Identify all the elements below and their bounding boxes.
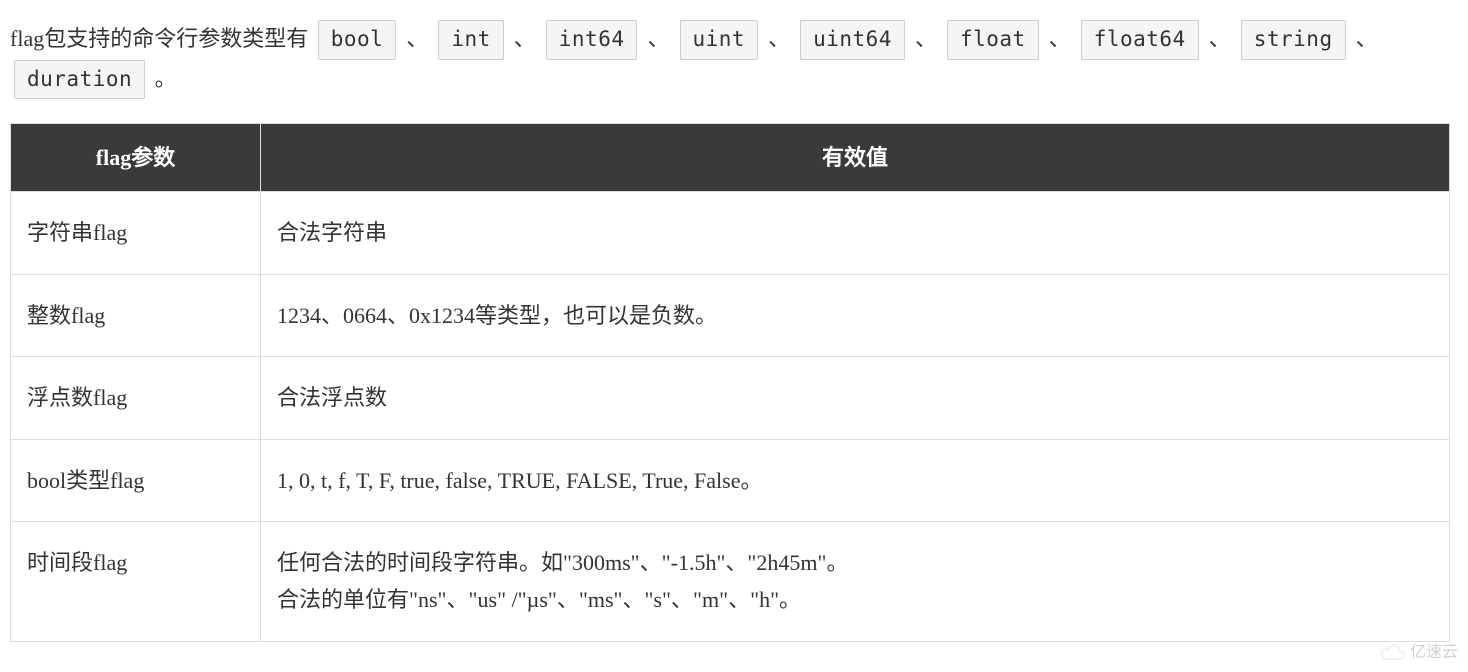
type-separator: 、 [1049,26,1071,51]
table-header-param: flag参数 [11,124,261,192]
type-code-int64: int64 [546,20,638,60]
table-header-value: 有效值 [261,124,1450,192]
cell-param: 浮点数flag [11,357,261,439]
flag-table: flag参数 有效值 字符串flag合法字符串整数flag1234、0664、0… [10,123,1450,642]
type-separator: 、 [1356,26,1378,51]
type-code-float64: float64 [1081,20,1199,60]
type-separator: 、 [768,26,790,51]
table-row: 时间段flag任何合法的时间段字符串。如"300ms"、"-1.5h"、"2h4… [11,521,1450,641]
cloud-icon [1380,644,1406,662]
type-code-float: float [947,20,1039,60]
intro-paragraph: flag包支持的命令行参数类型有 bool 、 int 、 int64 、 uint 、 uin… [10,20,1458,99]
intro-suffix: 。 [155,66,177,91]
type-separator: 、 [915,26,937,51]
cell-param: 字符串flag [11,192,261,274]
type-code-bool: bool [318,20,397,60]
type-separator: 、 [514,26,536,51]
type-code-uint: uint [680,20,759,60]
table-row: 整数flag1234、0664、0x1234等类型，也可以是负数。 [11,274,1450,356]
cell-value: 1234、0664、0x1234等类型，也可以是负数。 [261,274,1450,356]
cell-param: bool类型flag [11,439,261,521]
cell-param: 整数flag [11,274,261,356]
type-code-duration: duration [14,60,145,100]
watermark: 亿速云 [1380,640,1458,666]
type-code-int: int [438,20,503,60]
cell-param: 时间段flag [11,521,261,641]
cell-value: 合法浮点数 [261,357,1450,439]
type-code-string: string [1241,20,1346,60]
type-code-uint64: uint64 [800,20,905,60]
watermark-text: 亿速云 [1410,640,1458,666]
type-separator: 、 [406,26,428,51]
table-row: 浮点数flag合法浮点数 [11,357,1450,439]
type-separator: 、 [647,26,669,51]
cell-value: 任何合法的时间段字符串。如"300ms"、"-1.5h"、"2h45m"。合法的… [261,521,1450,641]
type-separator: 、 [1209,26,1231,51]
table-row: 字符串flag合法字符串 [11,192,1450,274]
cell-value: 合法字符串 [261,192,1450,274]
intro-prefix: flag包支持的命令行参数类型有 [10,26,308,51]
table-row: bool类型flag1, 0, t, f, T, F, true, false,… [11,439,1450,521]
cell-value: 1, 0, t, f, T, F, true, false, TRUE, FAL… [261,439,1450,521]
